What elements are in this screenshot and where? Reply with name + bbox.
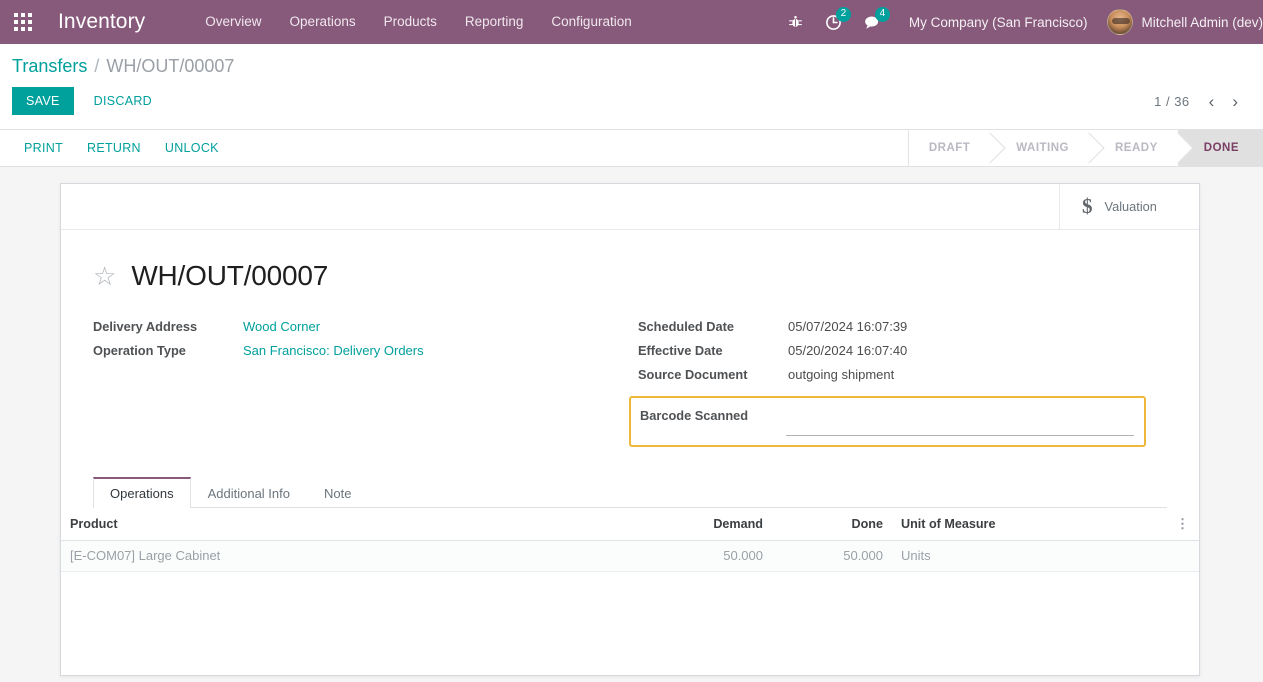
record-title-row: ☆ WH/OUT/00007 [93,252,1167,308]
form-sheet: $ Valuation ☆ WH/OUT/00007 Delivery Addr… [60,183,1200,676]
notebook-tabs: Operations Additional Info Note [93,477,1167,508]
operations-table: Product Demand Done Unit of Measure ⋮ [E… [61,508,1199,572]
navbar-right-zone: 2 4 My Company (San Francisco) Mitchell … [777,0,1263,44]
table-header-row: Product Demand Done Unit of Measure ⋮ [61,508,1199,541]
breadcrumb-link-transfers[interactable]: Transfers [12,56,87,77]
delivery-address-value[interactable]: Wood Corner [243,319,320,334]
print-button[interactable]: PRINT [12,135,75,161]
user-name-label: Mitchell Admin (dev) [1141,14,1263,30]
debug-bug-icon[interactable] [777,0,814,44]
cell-unit-of-measure[interactable]: Units [891,540,1168,572]
record-buttons-row: SAVE DISCARD 1 / 36 ‹ › [0,79,1263,129]
cell-done[interactable]: 50.000 [771,540,891,572]
cell-spacer [1168,540,1199,572]
pager-previous-button[interactable]: ‹ [1200,93,1224,110]
avatar [1107,9,1134,35]
menu-item-products[interactable]: Products [370,0,451,44]
status-step-draft[interactable]: DRAFT [908,130,991,166]
main-menu: Overview Operations Products Reporting C… [191,0,645,44]
pager-next-button[interactable]: › [1223,93,1247,110]
cell-product[interactable]: [E-COM07] Large Cabinet [61,540,621,572]
form-fields-grid: Delivery Address Wood Corner Operation T… [93,308,1167,447]
operation-type-value[interactable]: San Francisco: Delivery Orders [243,343,424,358]
vertical-dots-icon[interactable]: ⋮ [1176,517,1189,530]
scheduled-date-label: Scheduled Date [638,319,735,334]
operations-list-wrapper: Product Demand Done Unit of Measure ⋮ [E… [61,508,1199,572]
cell-demand[interactable]: 50.000 [621,540,771,572]
column-header-unit-of-measure[interactable]: Unit of Measure [891,508,1168,541]
app-brand-title[interactable]: Inventory [46,10,151,34]
source-document-label: Source Document [638,367,748,382]
unlock-button[interactable]: UNLOCK [153,135,231,161]
activity-count-badge: 2 [835,7,851,22]
effective-date-label: Effective Date [638,343,723,358]
apps-menu-toggle[interactable] [0,0,46,44]
form-column-right: Scheduled Date 05/07/2024 16:07:39 Effec… [629,318,1167,447]
menu-item-overview[interactable]: Overview [191,0,275,44]
tab-operations[interactable]: Operations [93,477,191,508]
effective-date-value[interactable]: 05/20/2024 16:07:40 [788,343,907,358]
column-header-demand[interactable]: Demand [621,508,771,541]
column-header-done[interactable]: Done [771,508,891,541]
discard-button[interactable]: DISCARD [80,87,166,115]
source-document-value[interactable]: outgoing shipment [788,367,894,382]
table-row[interactable]: [E-COM07] Large Cabinet 50.000 50.000 Un… [61,540,1199,572]
return-button[interactable]: RETURN [75,135,153,161]
save-button[interactable]: SAVE [12,87,74,115]
barcode-scanned-highlight: Barcode Scanned [629,396,1146,447]
form-body: ☆ WH/OUT/00007 Delivery Address Wood Cor… [61,230,1199,572]
scheduled-date-value[interactable]: 05/07/2024 16:07:39 [788,319,907,334]
apps-grid-icon [14,13,32,31]
form-column-left: Delivery Address Wood Corner Operation T… [93,318,630,447]
field-source-document: Source Document outgoing shipment [638,366,1167,390]
top-navbar: Inventory Overview Operations Products R… [0,0,1263,44]
pager: 1 / 36 ‹ › [1154,93,1247,110]
field-operation-type: Operation Type San Francisco: Delivery O… [93,342,630,366]
operations-table-head: Product Demand Done Unit of Measure ⋮ [61,508,1199,541]
breadcrumb: Transfers / WH/OUT/00007 [0,44,1263,79]
menu-item-configuration[interactable]: Configuration [537,0,645,44]
status-bar: DRAFT WAITING READY DONE [907,130,1263,166]
form-content-area: $ Valuation ☆ WH/OUT/00007 Delivery Addr… [0,167,1263,679]
dollar-icon: $ [1082,194,1093,218]
messages-count-badge: 4 [874,7,890,22]
menu-item-operations[interactable]: Operations [276,0,370,44]
breadcrumb-current-record: WH/OUT/00007 [106,56,235,76]
menu-item-reporting[interactable]: Reporting [451,0,538,44]
tab-additional-info[interactable]: Additional Info [191,477,307,508]
page-title: WH/OUT/00007 [131,260,329,291]
star-outline-icon[interactable]: ☆ [93,263,116,289]
operation-type-label: Operation Type [93,343,186,358]
notebook: Operations Additional Info Note Product … [61,477,1199,572]
valuation-stat-label: Valuation [1104,199,1157,214]
activity-menu-icon[interactable]: 2 [814,0,853,44]
action-buttons: PRINT RETURN UNLOCK [0,130,231,166]
breadcrumb-separator: / [94,56,100,76]
control-panel: Transfers / WH/OUT/00007 SAVE DISCARD 1 … [0,44,1263,130]
valuation-stat-button[interactable]: $ Valuation [1059,184,1199,229]
barcode-scanned-label: Barcode Scanned [640,408,749,423]
optional-columns-header: ⋮ [1168,508,1199,541]
pager-counter: 1 / 36 [1154,93,1190,109]
company-switcher[interactable]: My Company (San Francisco) [893,15,1100,30]
stat-button-box: $ Valuation [61,184,1199,230]
operations-table-body: [E-COM07] Large Cabinet 50.000 50.000 Un… [61,540,1199,572]
tab-note[interactable]: Note [307,477,368,508]
messaging-menu-icon[interactable]: 4 [853,0,893,44]
delivery-address-label: Delivery Address [93,319,198,334]
field-effective-date: Effective Date 05/20/2024 16:07:40 [638,342,1167,366]
user-menu[interactable]: Mitchell Admin (dev) [1099,9,1263,35]
field-delivery-address: Delivery Address Wood Corner [93,318,630,342]
field-scheduled-date: Scheduled Date 05/07/2024 16:07:39 [638,318,1167,342]
column-header-product[interactable]: Product [61,508,621,541]
action-bar: PRINT RETURN UNLOCK DRAFT WAITING READY … [0,130,1263,167]
barcode-scanned-input[interactable] [786,414,1134,436]
